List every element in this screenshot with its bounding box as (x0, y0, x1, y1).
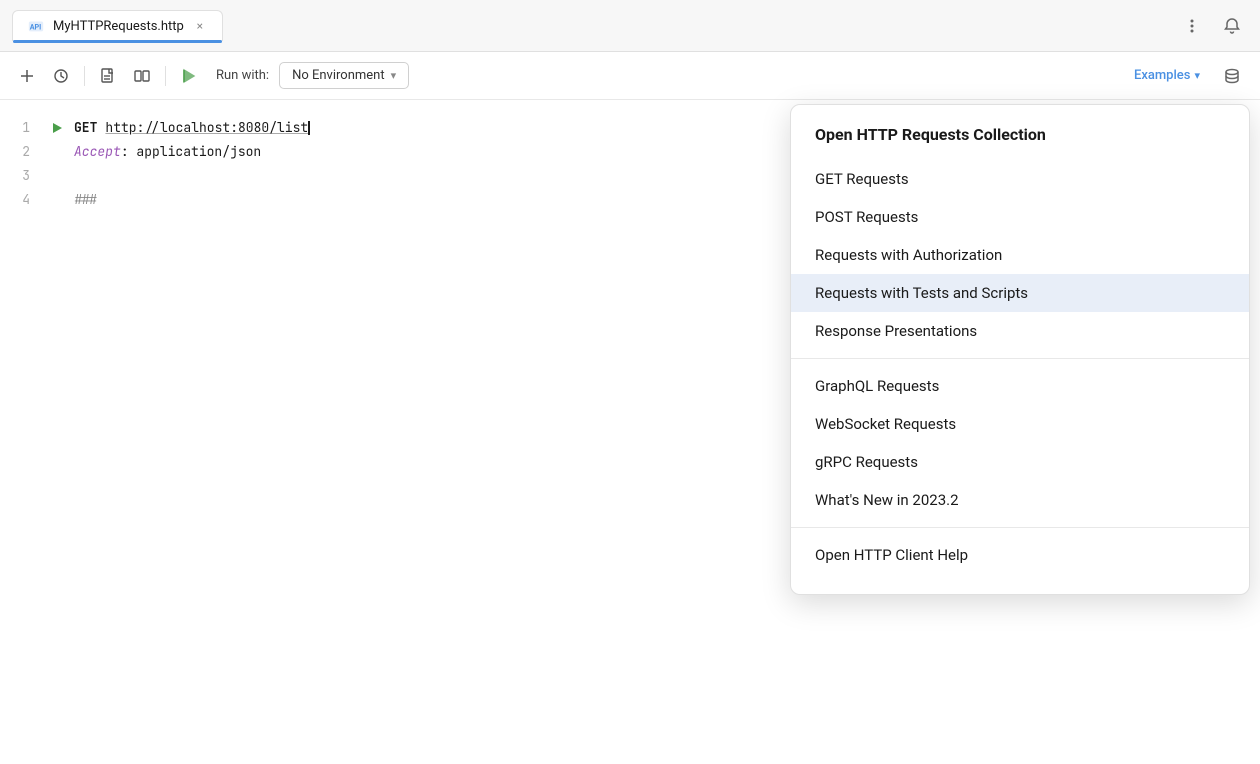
panel-divider-1 (791, 358, 1249, 359)
environment-dropdown[interactable]: No Environment ▾ (279, 62, 409, 89)
toolbar: Run with: No Environment ▾ Examples ▾ (0, 52, 1260, 100)
header-value: : application/json (121, 140, 261, 164)
examples-button[interactable]: Examples ▾ (1126, 63, 1208, 88)
title-bar: API MyHTTPRequests.http × (0, 0, 1260, 52)
toolbar-divider-1 (84, 66, 85, 86)
panel-item-graphql-requests[interactable]: GraphQL Requests (791, 367, 1249, 405)
header-key: Accept (74, 140, 121, 164)
panel-item-whats-new[interactable]: What's New in 2023.2 (791, 481, 1249, 519)
env-chevron-icon: ▾ (391, 69, 397, 82)
database-icon-button[interactable] (1216, 60, 1248, 92)
more-options-button[interactable] (1176, 10, 1208, 42)
history-button[interactable] (46, 61, 76, 91)
active-tab[interactable]: API MyHTTPRequests.http × (12, 10, 223, 41)
panel-item-post-requests[interactable]: POST Requests (791, 198, 1249, 236)
panel-divider-2 (791, 527, 1249, 528)
panel-item-websocket-requests[interactable]: WebSocket Requests (791, 405, 1249, 443)
panel-item-requests-auth[interactable]: Requests with Authorization (791, 236, 1249, 274)
examples-dropdown-panel: Open HTTP Requests Collection GET Reques… (790, 104, 1250, 595)
panel-item-get-requests[interactable]: GET Requests (791, 160, 1249, 198)
toolbar-divider-2 (165, 66, 166, 86)
panel-item-requests-tests[interactable]: Requests with Tests and Scripts (791, 274, 1249, 312)
panel-item-response-presentations[interactable]: Response Presentations (791, 312, 1249, 350)
split-button[interactable] (127, 61, 157, 91)
environment-value: No Environment (292, 68, 385, 83)
run-request-button[interactable] (48, 119, 66, 137)
line-numbers: 1 2 3 4 (0, 100, 40, 764)
examples-chevron-icon: ▾ (1194, 69, 1200, 82)
request-url: http://localhost:8080/list (105, 116, 308, 140)
panel-item-open-help[interactable]: Open HTTP Client Help (791, 536, 1249, 574)
examples-label: Examples (1134, 68, 1191, 83)
separator-comment: ### (74, 188, 97, 212)
notifications-button[interactable] (1216, 10, 1248, 42)
file-button[interactable] (93, 61, 123, 91)
line-number-2: 2 (0, 140, 40, 164)
title-bar-actions (1176, 10, 1248, 42)
run-all-button[interactable] (174, 61, 204, 91)
line-number-3: 3 (0, 164, 40, 188)
editor-area: 1 2 3 4 GET http://localhost:8080/list A… (0, 100, 1260, 764)
run-with-label: Run with: (216, 68, 269, 83)
api-icon: API (27, 17, 45, 35)
tab-area: API MyHTTPRequests.http × (12, 10, 1176, 41)
panel-title: Open HTTP Requests Collection (791, 125, 1249, 160)
tab-close-button[interactable]: × (192, 18, 208, 34)
tab-title: MyHTTPRequests.http (53, 19, 184, 34)
http-method: GET (74, 116, 97, 140)
svg-text:API: API (30, 23, 42, 32)
panel-item-grpc-requests[interactable]: gRPC Requests (791, 443, 1249, 481)
text-cursor (308, 121, 310, 135)
line-number-4: 4 (0, 188, 40, 212)
add-button[interactable] (12, 61, 42, 91)
line-number-1: 1 (0, 116, 40, 140)
